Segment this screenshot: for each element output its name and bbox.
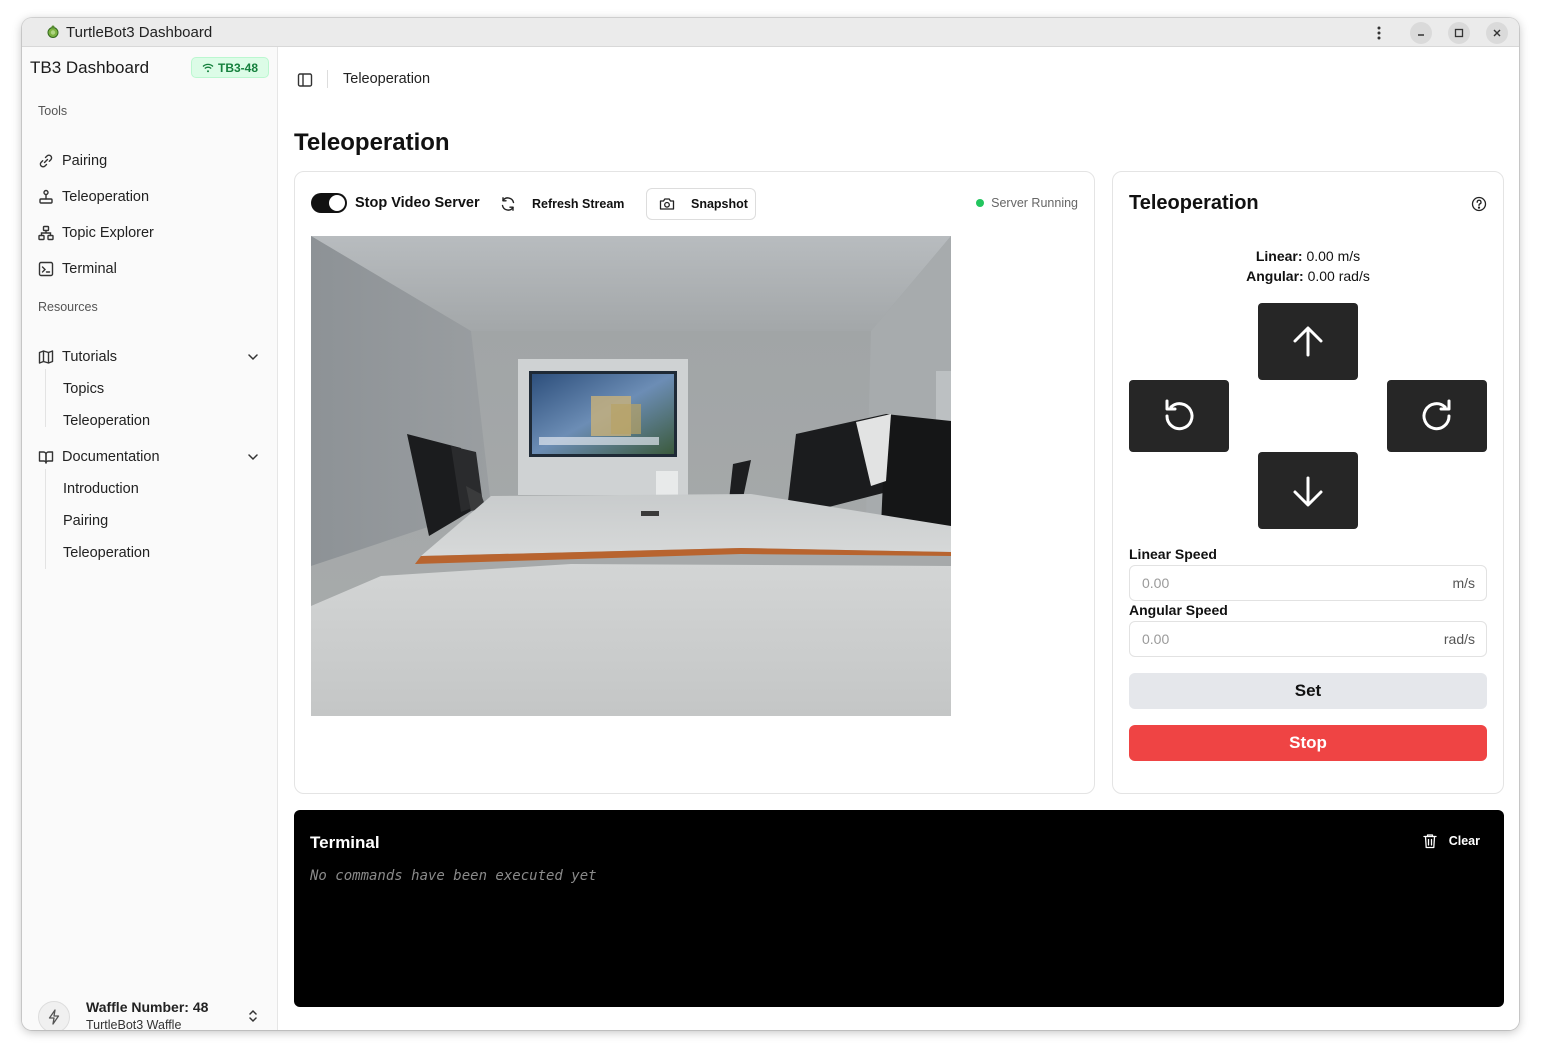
sidebar-subitem-doc-teleoperation[interactable]: Teleoperation	[63, 540, 150, 566]
rotate-left-button[interactable]	[1129, 380, 1229, 452]
linear-readout-value: 0.00 m/s	[1306, 248, 1361, 264]
chevrons-up-down-icon[interactable]	[246, 1008, 260, 1024]
sidebar-item-label: Pairing	[62, 153, 108, 169]
link-icon	[38, 153, 54, 169]
angular-readout-value: 0.00 rad/s	[1307, 268, 1370, 284]
sidebar-item-label: Tutorials	[62, 349, 118, 365]
close-button[interactable]	[1486, 22, 1508, 44]
sidebar: TB3 Dashboard TB3-48 Tools Pairing Teleo…	[22, 47, 278, 1030]
refresh-stream-button[interactable]: Refresh Stream	[497, 188, 627, 220]
more-options-icon[interactable]	[1369, 23, 1389, 43]
terminal-panel: Terminal Clear No commands have been exe…	[294, 810, 1504, 1007]
tools-section-label: Tools	[38, 104, 68, 118]
stop-button[interactable]: Stop	[1129, 725, 1487, 761]
minimize-button[interactable]	[1410, 22, 1432, 44]
linear-speed-label: Linear Speed	[1129, 546, 1217, 562]
server-status-text: Server Running	[991, 196, 1078, 210]
page-title: Teleoperation	[294, 129, 450, 156]
angular-speed-input[interactable]	[1142, 631, 1342, 647]
video-server-toggle-label: Stop Video Server	[355, 195, 480, 211]
rotate-cw-icon	[1422, 399, 1451, 431]
breadcrumb: Teleoperation	[343, 71, 431, 87]
status-dot	[976, 199, 985, 207]
robot-connection-badge: TB3-48	[191, 57, 269, 78]
turtle-app-icon	[47, 25, 59, 38]
sidebar-item-pairing[interactable]: Pairing	[30, 146, 266, 176]
sidebar-item-label: Teleoperation	[62, 189, 150, 205]
video-stream-card: Stop Video Server Refresh Stream Snapsho…	[294, 171, 1095, 794]
backward-button[interactable]	[1258, 452, 1358, 529]
main-content: Teleoperation Teleoperation Stop Video S…	[279, 47, 1519, 1030]
teleoperation-card-title: Teleoperation	[1129, 192, 1259, 214]
clear-label: Clear	[1448, 834, 1480, 848]
arrow-down-icon	[1293, 476, 1323, 506]
app-window: TurtleBot3 Dashboard TB3 Dashboard TB3-4…	[22, 18, 1519, 1030]
sidebar-item-label: Documentation	[62, 449, 160, 465]
user-name: Waffle Number: 48	[86, 999, 209, 1015]
sidebar-item-documentation[interactable]: Documentation	[30, 442, 266, 472]
rotate-ccw-icon	[1165, 399, 1194, 431]
snapshot-button[interactable]: Snapshot	[646, 188, 756, 220]
sidebar-item-teleoperation[interactable]: Teleoperation	[30, 182, 266, 212]
header-divider	[327, 70, 328, 88]
angular-velocity-readout: Angular: 0.00 rad/s	[1113, 268, 1503, 284]
wifi-icon	[202, 63, 214, 72]
title-bar: TurtleBot3 Dashboard	[22, 18, 1519, 47]
sidebar-item-label: Topic Explorer	[62, 225, 154, 241]
refresh-icon	[500, 196, 516, 212]
server-status: Server Running	[976, 196, 1078, 210]
documentation-submenu-rail	[45, 469, 46, 569]
linear-speed-unit: m/s	[1452, 575, 1475, 591]
resources-section-label: Resources	[38, 300, 98, 314]
teleoperation-card: Teleoperation Linear: 0.00 m/s Angular: …	[1112, 171, 1504, 794]
linear-velocity-readout: Linear: 0.00 m/s	[1113, 248, 1503, 264]
sidebar-toggle-icon[interactable]	[297, 72, 313, 88]
lightning-icon	[48, 1009, 60, 1025]
map-icon	[38, 349, 54, 365]
user-switcher[interactable]: Waffle Number: 48 TurtleBot3 Waffle	[38, 997, 268, 1030]
arrow-up-icon	[1293, 326, 1323, 356]
sidebar-subitem-doc-pairing[interactable]: Pairing	[63, 508, 108, 534]
brand-title: TB3 Dashboard	[30, 58, 150, 77]
sidebar-item-label: Terminal	[62, 261, 117, 277]
linear-readout-label: Linear:	[1255, 248, 1303, 264]
maximize-button[interactable]	[1448, 22, 1470, 44]
chevron-down-icon[interactable]	[246, 450, 260, 464]
badge-label: TB3-48	[217, 60, 258, 75]
angular-speed-field: rad/s	[1129, 621, 1487, 657]
angular-speed-label: Angular Speed	[1129, 602, 1228, 618]
tutorials-submenu-rail	[45, 369, 46, 427]
sidebar-item-tutorials[interactable]: Tutorials	[30, 342, 266, 372]
camera-icon	[659, 196, 675, 212]
angular-speed-unit: rad/s	[1443, 631, 1475, 647]
linear-speed-input[interactable]	[1142, 575, 1342, 591]
chevron-down-icon[interactable]	[246, 350, 260, 364]
forward-button[interactable]	[1258, 303, 1358, 380]
linear-speed-field: m/s	[1129, 565, 1487, 601]
sidebar-subitem-introduction[interactable]: Introduction	[63, 476, 139, 502]
trash-icon	[1423, 834, 1437, 849]
snapshot-label: Snapshot	[691, 197, 748, 211]
video-server-toggle[interactable]	[311, 193, 347, 213]
window-title: TurtleBot3 Dashboard	[66, 24, 213, 41]
sidebar-item-terminal[interactable]: Terminal	[30, 254, 266, 284]
user-model: TurtleBot3 Waffle	[86, 1018, 182, 1030]
sidebar-subitem-tutorial-teleoperation[interactable]: Teleoperation	[63, 408, 150, 434]
set-speed-button[interactable]: Set	[1129, 673, 1487, 709]
terminal-icon	[38, 261, 54, 277]
book-open-icon	[38, 449, 54, 465]
terminal-title: Terminal	[310, 833, 380, 852]
angular-readout-label: Angular:	[1246, 268, 1304, 284]
clear-terminal-button[interactable]: Clear	[1423, 833, 1480, 849]
camera-feed-image	[311, 236, 951, 716]
help-circle-icon[interactable]	[1471, 196, 1487, 212]
joystick-icon	[38, 189, 54, 205]
network-icon	[38, 225, 54, 241]
sidebar-item-topic-explorer[interactable]: Topic Explorer	[30, 218, 266, 248]
refresh-stream-label: Refresh Stream	[532, 197, 625, 211]
sidebar-subitem-topics[interactable]: Topics	[63, 376, 104, 402]
avatar	[38, 1001, 70, 1030]
terminal-empty-message: No commands have been executed yet	[310, 868, 597, 884]
rotate-right-button[interactable]	[1387, 380, 1487, 452]
